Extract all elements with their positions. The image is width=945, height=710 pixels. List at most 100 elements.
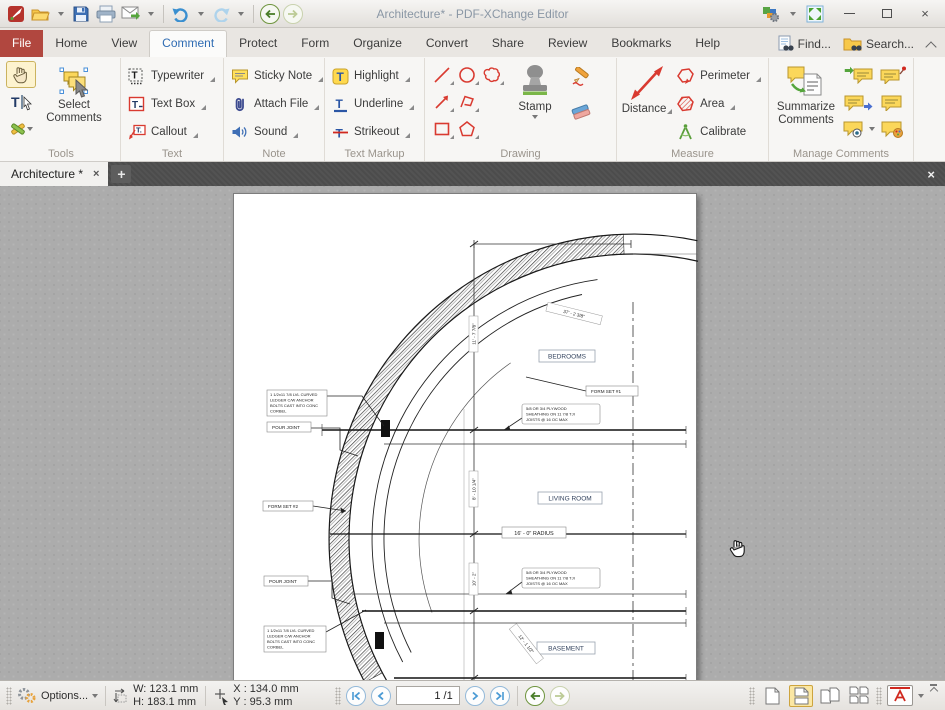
tab-protect[interactable]: Protect bbox=[227, 30, 289, 57]
polygon-tool-button[interactable] bbox=[454, 115, 479, 142]
tab-bookmarks[interactable]: Bookmarks bbox=[599, 30, 683, 57]
tab-view[interactable]: View bbox=[99, 30, 149, 57]
open-file-button[interactable] bbox=[30, 3, 52, 25]
tab-file[interactable]: File bbox=[0, 30, 43, 57]
open-file-dropdown[interactable] bbox=[55, 3, 67, 25]
cloud-tool-button[interactable] bbox=[479, 61, 504, 88]
document-viewport[interactable]: 1 1/2x11 7/8 LVL CURVED LEDGER C/W ANCHO… bbox=[0, 186, 945, 680]
two-page-layout-button[interactable] bbox=[818, 685, 842, 707]
undo-dropdown[interactable] bbox=[195, 3, 207, 25]
tab-organize[interactable]: Organize bbox=[341, 30, 414, 57]
grid-layout-button[interactable] bbox=[847, 685, 871, 707]
options-dropdown[interactable] bbox=[92, 694, 98, 698]
open-in-pdf-reader-button[interactable] bbox=[887, 685, 913, 706]
typewriter-button[interactable]: T Typewriter bbox=[125, 62, 218, 90]
last-page-button[interactable] bbox=[490, 686, 510, 706]
svg-text:LIVING ROOM: LIVING ROOM bbox=[548, 496, 591, 503]
print-button[interactable] bbox=[95, 3, 117, 25]
page-number-field[interactable] bbox=[396, 686, 460, 705]
maximize-button[interactable] bbox=[872, 4, 902, 24]
attach-file-button[interactable]: Attach File bbox=[228, 90, 326, 118]
line-tool-button[interactable] bbox=[429, 61, 454, 88]
tab-review[interactable]: Review bbox=[536, 30, 599, 57]
other-tools-dropdown[interactable] bbox=[27, 127, 33, 131]
tab-convert[interactable]: Convert bbox=[414, 30, 480, 57]
options-button[interactable]: Options... bbox=[17, 687, 98, 704]
calibrate-button[interactable]: Calibrate bbox=[673, 118, 764, 146]
personalization-dropdown[interactable] bbox=[790, 12, 796, 16]
select-text-tool-button[interactable]: T bbox=[6, 88, 36, 115]
sticky-note-button[interactable]: Sticky Note bbox=[228, 62, 326, 90]
close-button[interactable]: × bbox=[910, 4, 940, 24]
toolbar-separator bbox=[253, 5, 254, 23]
other-tools-button[interactable] bbox=[6, 115, 36, 142]
redo-dropdown[interactable] bbox=[235, 3, 247, 25]
distance-button[interactable]: Distance bbox=[621, 61, 673, 116]
previous-page-button[interactable] bbox=[371, 686, 391, 706]
comment-styles-button[interactable] bbox=[877, 115, 909, 142]
next-page-button[interactable] bbox=[465, 686, 485, 706]
comment-notes-button[interactable] bbox=[877, 88, 909, 115]
select-comments-button[interactable]: SelectComments bbox=[36, 61, 112, 125]
email-dropdown[interactable] bbox=[145, 3, 157, 25]
history-forward-button[interactable] bbox=[283, 4, 303, 24]
stamp-dropdown[interactable] bbox=[532, 115, 538, 119]
show-comments-dropdown[interactable] bbox=[869, 127, 875, 131]
tab-comment[interactable]: Comment bbox=[149, 30, 227, 57]
perimeter-button[interactable]: Perimeter bbox=[673, 62, 764, 90]
underline-button[interactable]: T Underline bbox=[329, 90, 417, 118]
rectangle-tool-button[interactable] bbox=[429, 115, 454, 142]
pdf-page[interactable]: 1 1/2x11 7/8 LVL CURVED LEDGER C/W ANCHO… bbox=[233, 193, 697, 680]
area-button[interactable]: Area bbox=[673, 90, 764, 118]
tab-close-icon[interactable]: × bbox=[93, 168, 99, 180]
collapse-ribbon-icon[interactable] bbox=[927, 40, 935, 48]
pencil-tool-button[interactable] bbox=[566, 63, 596, 90]
close-document-icon[interactable]: × bbox=[917, 162, 945, 186]
summarize-comments-button[interactable]: SummarizeComments bbox=[773, 61, 839, 127]
tab-help[interactable]: Help bbox=[683, 30, 732, 57]
document-tab-architecture[interactable]: Architecture * × bbox=[0, 162, 108, 186]
single-page-layout-button[interactable] bbox=[760, 685, 784, 707]
eraser-tool-button[interactable] bbox=[566, 98, 596, 125]
export-comments-button[interactable] bbox=[841, 88, 877, 115]
tab-home[interactable]: Home bbox=[43, 30, 99, 57]
first-page-button[interactable] bbox=[346, 686, 366, 706]
sound-button[interactable]: Sound bbox=[228, 118, 326, 146]
pdf-reader-dropdown[interactable] bbox=[918, 694, 924, 698]
import-comments-button[interactable] bbox=[841, 61, 877, 88]
fullscreen-mode-icon[interactable] bbox=[804, 3, 826, 25]
find-button[interactable]: Find... bbox=[772, 33, 836, 54]
personalization-icon[interactable] bbox=[760, 3, 782, 25]
redo-button[interactable] bbox=[210, 3, 232, 25]
search-button[interactable]: Search... bbox=[838, 34, 919, 54]
view-forward-button[interactable] bbox=[550, 686, 570, 706]
strikeout-button[interactable]: T Strikeout bbox=[329, 118, 417, 146]
save-button[interactable] bbox=[70, 3, 92, 25]
svg-text:CORBEL: CORBEL bbox=[270, 409, 287, 414]
tab-form[interactable]: Form bbox=[289, 30, 341, 57]
text-box-button[interactable]: T Text Box bbox=[125, 90, 218, 118]
callout-button[interactable]: T. Callout bbox=[125, 118, 218, 146]
new-tab-button[interactable]: + bbox=[111, 165, 131, 183]
statusbar-grip bbox=[335, 687, 341, 705]
comment-pin-button[interactable] bbox=[877, 61, 909, 88]
minimize-button[interactable] bbox=[834, 4, 864, 24]
arrow-tool-button[interactable] bbox=[429, 88, 454, 115]
show-comments-button[interactable] bbox=[841, 115, 877, 142]
title-bar: Architecture* - PDF-XChange Editor × bbox=[0, 0, 945, 28]
view-back-button[interactable] bbox=[525, 686, 545, 706]
stamp-button[interactable]: Stamp bbox=[504, 61, 566, 119]
statusbar-expand-icon[interactable] bbox=[929, 684, 939, 694]
polyline-tool-button[interactable] bbox=[454, 88, 479, 115]
continuous-layout-button[interactable] bbox=[789, 685, 813, 707]
highlight-button[interactable]: T Highlight bbox=[329, 62, 417, 90]
tab-share[interactable]: Share bbox=[480, 30, 536, 57]
svg-text:10' - 2": 10' - 2" bbox=[472, 572, 477, 587]
undo-button[interactable] bbox=[170, 3, 192, 25]
email-button[interactable] bbox=[120, 3, 142, 25]
ellipse-tool-button[interactable] bbox=[454, 61, 479, 88]
room-label-living-room: LIVING ROOM bbox=[538, 492, 602, 504]
history-back-button[interactable] bbox=[260, 4, 280, 24]
svg-text:5/8 OR 3/4 PLYWOOD: 5/8 OR 3/4 PLYWOOD bbox=[526, 406, 567, 411]
hand-tool-button[interactable] bbox=[6, 61, 36, 88]
